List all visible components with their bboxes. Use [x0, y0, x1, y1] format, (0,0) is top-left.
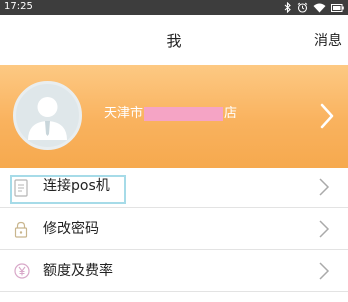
alarm-icon — [297, 2, 308, 13]
status-bar: 17:25 — [0, 0, 348, 15]
app-screen: 17:25 我 消息 天津市 店 连接pos机 修改密码 额度及费率 — [0, 0, 348, 302]
store-name-prefix: 天津市 — [104, 106, 144, 121]
lock-icon — [14, 221, 28, 242]
menu-item-label: 修改密码 — [43, 221, 99, 237]
menu-item-limit-and-rate[interactable]: 额度及费率 — [0, 250, 348, 292]
status-time: 17:25 — [4, 1, 33, 12]
menu-item-change-password[interactable]: 修改密码 — [0, 208, 348, 250]
document-icon — [14, 179, 28, 201]
messages-button[interactable]: 消息 — [314, 32, 342, 50]
menu-list: 连接pos机 修改密码 额度及费率 — [0, 168, 348, 292]
chevron-right-icon — [318, 219, 330, 243]
avatar[interactable] — [13, 81, 82, 150]
chevron-right-icon[interactable] — [320, 103, 334, 133]
store-name: 天津市 店 — [104, 106, 237, 122]
yen-icon — [14, 263, 30, 283]
menu-item-connect-pos[interactable]: 连接pos机 — [0, 168, 348, 208]
profile-banner[interactable]: 天津市 店 — [0, 65, 348, 168]
status-icons — [284, 1, 344, 14]
redacted-store-name — [144, 107, 224, 121]
bluetooth-icon — [284, 2, 292, 13]
page-title: 我 — [166, 32, 182, 50]
menu-item-label: 连接pos机 — [43, 178, 110, 194]
wifi-icon — [313, 3, 326, 13]
user-silhouette-icon — [28, 97, 67, 140]
battery-icon — [331, 3, 344, 12]
chevron-right-icon — [318, 261, 330, 285]
menu-item-label: 额度及费率 — [43, 263, 113, 279]
chevron-right-icon — [318, 177, 330, 201]
app-header: 我 消息 — [0, 15, 348, 65]
store-name-suffix: 店 — [224, 106, 238, 121]
